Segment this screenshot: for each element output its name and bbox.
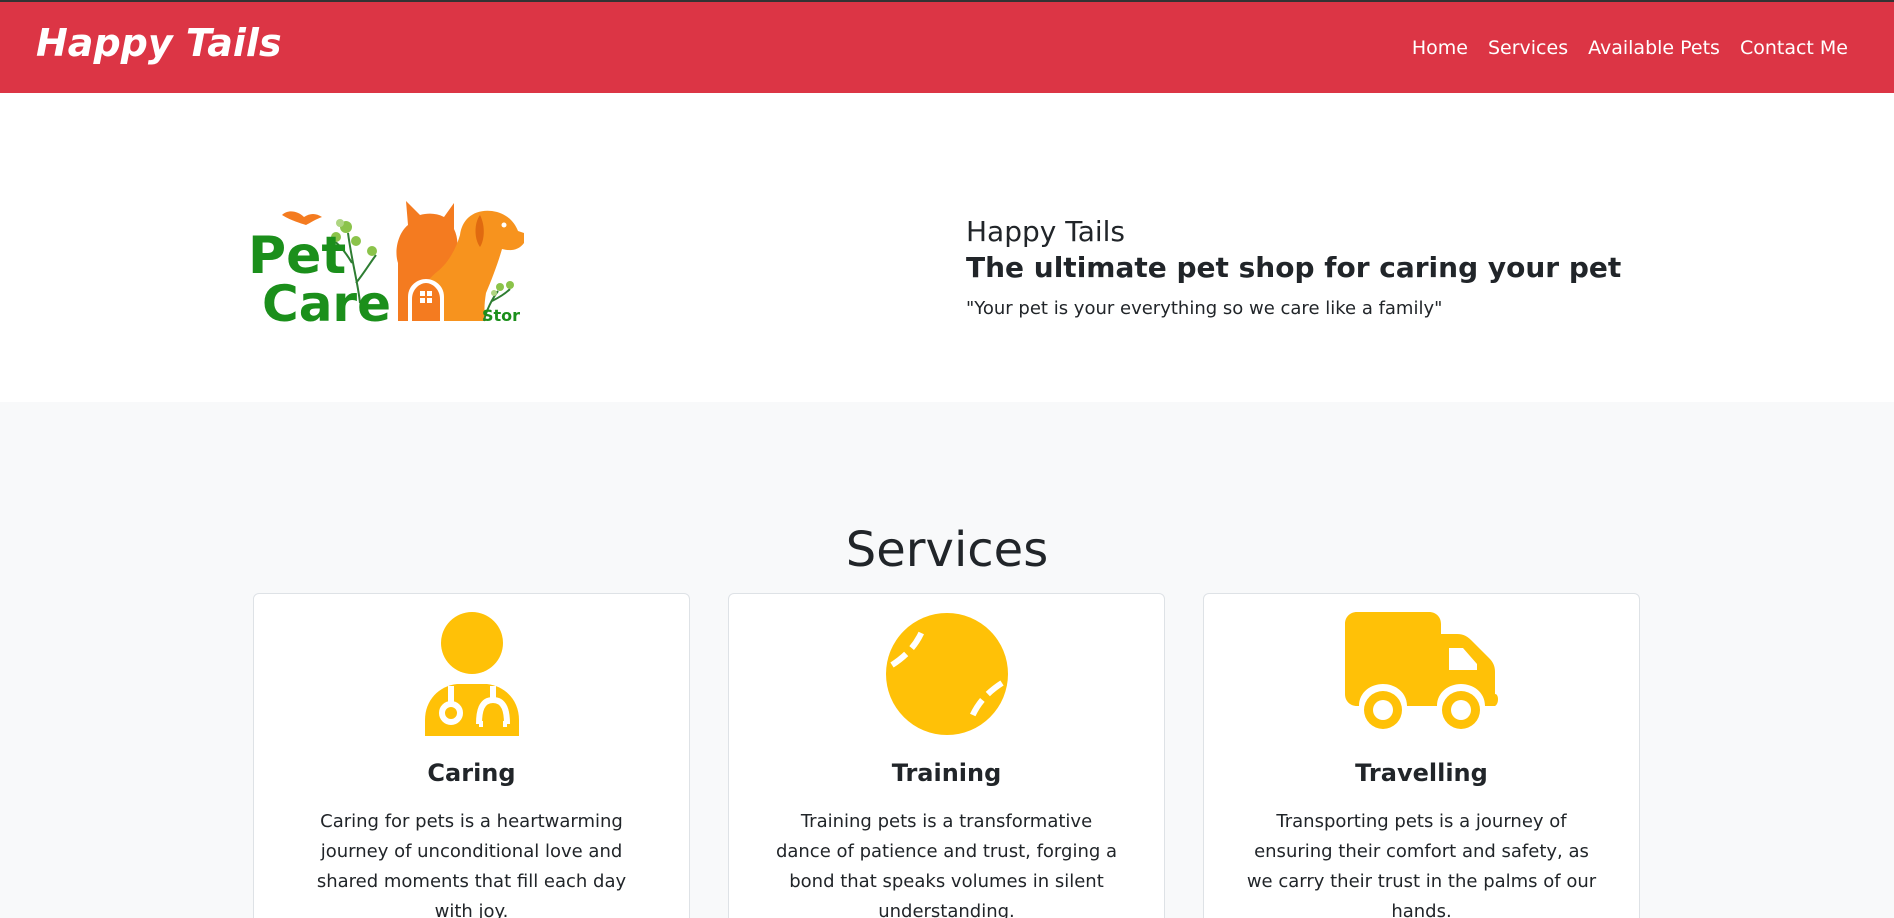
service-card-training: Training Training pets is a transformati… (728, 593, 1165, 918)
card-text: Training pets is a transformative dance … (775, 811, 1118, 918)
services-section: Services Caring Caring for pets is a hea… (0, 402, 1894, 918)
hero-section: Pet Care Stor Happy Tails The ultimate p… (0, 93, 1894, 402)
logo-text-care: Care (262, 275, 391, 329)
nav-link-contact-me[interactable]: Contact Me (1740, 37, 1848, 59)
truck-icon (1344, 612, 1498, 729)
hero-subtitle: The ultimate pet shop for caring your pe… (966, 251, 1622, 284)
logo-text-stor: Stor (482, 306, 520, 325)
hero-title: Happy Tails (966, 215, 1126, 248)
service-card-travelling: Travelling Transporting pets is a journe… (1203, 593, 1640, 918)
pet-care-logo: Pet Care Stor (248, 201, 524, 329)
doctor-stethoscope-icon (424, 612, 519, 736)
nav-link-services[interactable]: Services (1488, 37, 1568, 59)
services-heading: Services (845, 522, 1049, 578)
nav-links: Home Services Available Pets Contact Me (1412, 37, 1848, 59)
hero-quote: "Your pet is your everything so we care … (966, 298, 1443, 319)
card-text: Transporting pets is a journey of ensuri… (1246, 811, 1597, 918)
card-title: Training (891, 759, 1002, 787)
card-text: Caring for pets is a heartwarming journe… (316, 811, 627, 918)
hero-text: Happy Tails The ultimate pet shop for ca… (966, 214, 1621, 319)
navbar: Happy Tails Home Services Available Pets… (0, 0, 1894, 93)
card-title: Caring (427, 759, 516, 787)
nav-link-home[interactable]: Home (1412, 37, 1468, 59)
nav-link-available-pets[interactable]: Available Pets (1588, 37, 1720, 59)
brand-link[interactable]: Happy Tails (36, 21, 282, 65)
service-card-caring: Caring Caring for pets is a heartwarming… (253, 593, 690, 918)
ball-icon (885, 613, 1008, 735)
card-title: Travelling (1355, 759, 1488, 787)
